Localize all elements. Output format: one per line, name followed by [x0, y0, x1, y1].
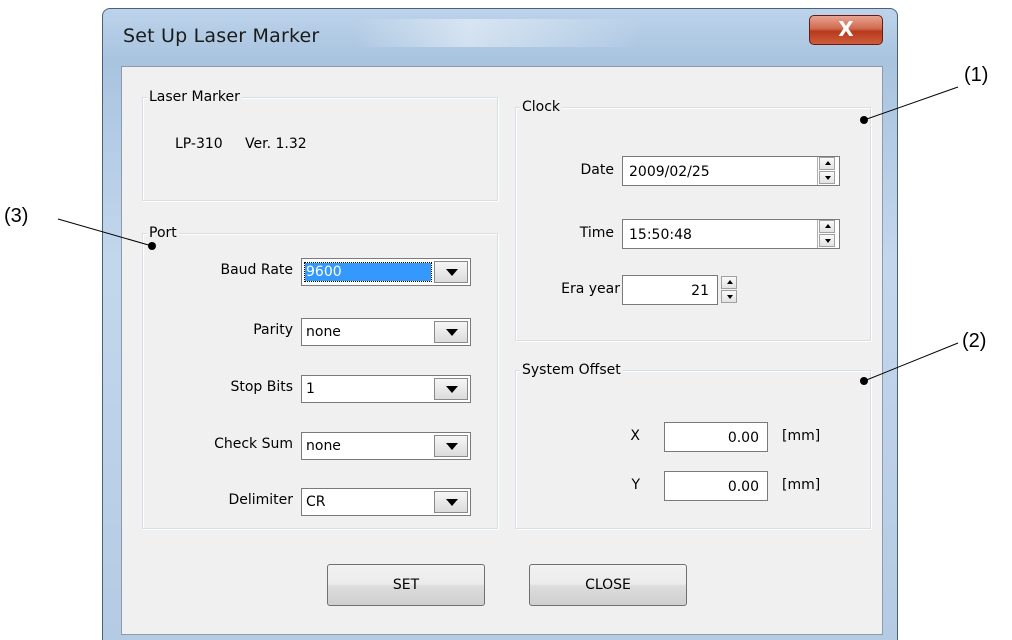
callout-lines	[57, 86, 959, 385]
callout-dot-1	[860, 116, 868, 124]
callout-label-1: (1)	[964, 64, 989, 86]
callout-label-3: (3)	[4, 205, 29, 227]
callout-dot-3	[148, 242, 156, 250]
callout-label-2: (2)	[962, 330, 987, 352]
callout-line-2	[863, 342, 959, 382]
callout-line-3	[57, 218, 153, 247]
callout-line-1	[863, 86, 959, 121]
callout-dot-2	[860, 377, 868, 385]
